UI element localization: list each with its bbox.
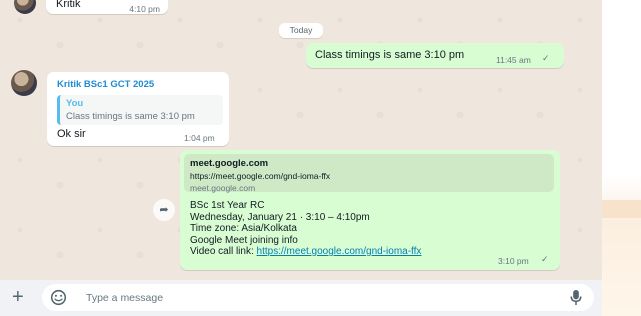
quote-author: You: [66, 98, 84, 109]
video-call-label: Video call link:: [190, 246, 257, 257]
incoming-reply-message[interactable]: Kritik BSc1 GCT 2025 You Class timings i…: [47, 72, 229, 146]
link-preview[interactable]: meet.google.com https://meet.google.com/…: [184, 154, 554, 193]
message-time: 4:10 pm: [129, 4, 160, 14]
message-text: Class timings is same 3:10 pm: [315, 49, 465, 61]
message-composer: + Type a message: [0, 280, 602, 316]
event-date: Wednesday, January 21 · 3:10 – 4:10pm: [190, 211, 370, 223]
sent-tick-icon: ✓: [542, 53, 550, 63]
quoted-message[interactable]: You Class timings is same 3:10 pm: [57, 95, 223, 125]
video-call-line: Video call link: https://meet.google.com…: [190, 246, 550, 258]
preview-url: https://meet.google.com/gnd-ioma-ffx: [190, 171, 331, 181]
contact-avatar[interactable]: [11, 70, 37, 96]
incoming-message-top[interactable]: Kritik 4:10 pm: [46, 0, 168, 14]
preview-domain: meet.google.com: [190, 183, 256, 193]
message-input[interactable]: Type a message: [42, 284, 594, 311]
sender-name[interactable]: Kritik BSc1 GCT 2025: [57, 79, 223, 90]
event-joining-info: Google Meet joining info: [190, 234, 298, 246]
preview-title: meet.google.com: [190, 158, 269, 169]
message-time: 1:04 pm: [184, 133, 215, 143]
event-title: BSc 1st Year RC: [190, 200, 265, 211]
message-time: 11:45 am: [496, 55, 531, 65]
plus-icon[interactable]: +: [12, 286, 24, 308]
message-sender: Kritik: [56, 0, 81, 10]
sticker-icon[interactable]: [50, 289, 67, 306]
event-timezone: Time zone: Asia/Kolkata: [190, 223, 297, 234]
right-edge-panel: [602, 0, 641, 316]
sent-tick-icon: ✓: [541, 254, 549, 264]
outgoing-meeting-message[interactable]: meet.google.com https://meet.google.com/…: [180, 150, 560, 270]
forward-icon[interactable]: ➦: [153, 199, 175, 221]
mic-icon[interactable]: [569, 289, 583, 306]
chat-pane: Kritik 4:10 pm Today Class timings is sa…: [0, 0, 602, 316]
message-time: 3:10 pm: [498, 256, 529, 266]
contact-avatar-top[interactable]: [14, 0, 36, 14]
day-divider: Today: [279, 23, 323, 38]
message-text: Ok sir: [57, 128, 86, 140]
outgoing-message[interactable]: Class timings is same 3:10 pm 11:45 am ✓: [306, 43, 564, 68]
message-placeholder: Type a message: [86, 292, 164, 304]
meet-link[interactable]: https://meet.google.com/gnd-ioma-ffx: [257, 246, 422, 257]
quote-text: Class timings is same 3:10 pm: [66, 111, 195, 122]
right-edge-band: [602, 200, 641, 218]
